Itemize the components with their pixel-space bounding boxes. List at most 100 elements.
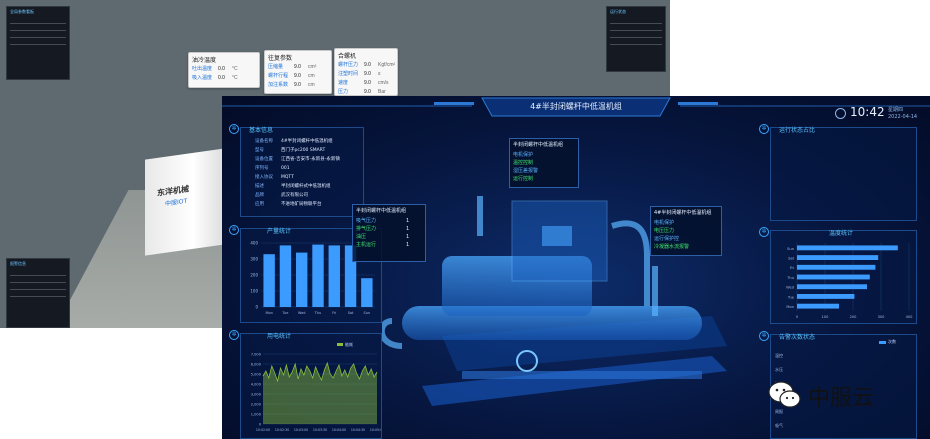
legend-label: 能耗 bbox=[345, 341, 353, 347]
dashboard-title: 4#半封闭螺杆中低温机组 bbox=[530, 102, 622, 111]
status-card-title: 半封闭螺杆中低温机组 bbox=[356, 208, 407, 214]
info-row: 应用 不进地矿局物联平台 bbox=[255, 202, 322, 207]
x-tick-label: 10:04:00 bbox=[332, 428, 346, 432]
y-tick-label: 7,000 bbox=[251, 353, 262, 357]
bar bbox=[263, 254, 275, 307]
bar bbox=[797, 294, 855, 299]
unit-status-card: 4#半封闭螺杆中低温机组 电机保护 电压压力 运行保护控 冷凝器水流报警 bbox=[650, 206, 722, 256]
y-tick-label: 0 bbox=[255, 305, 258, 310]
y-tick-label: Fri bbox=[790, 266, 794, 270]
clock-weekday: 星期四 bbox=[888, 107, 904, 113]
energy-area-chart: 能耗 0 1,000 2,000 3,000 4,000 5,000 6,000 7,000 10… bbox=[251, 341, 381, 432]
x-tick-label: 10:04:30 bbox=[351, 428, 365, 432]
bar bbox=[797, 245, 898, 251]
bar bbox=[312, 244, 324, 307]
card-row: 吸入温度 0.0 °C bbox=[192, 75, 238, 81]
protection-item: 运行控制 bbox=[513, 176, 534, 182]
status-item: 油压 1 bbox=[356, 234, 410, 240]
x-tick-label: Tue bbox=[281, 311, 288, 315]
bar bbox=[361, 278, 373, 307]
bar bbox=[797, 274, 870, 280]
y-tick-label: 100 bbox=[250, 289, 258, 294]
production-icon: ✲ bbox=[229, 225, 239, 235]
unit-status-card-title: 4#半封闭螺杆中低温机组 bbox=[654, 210, 712, 216]
protection-item: 电机保护 bbox=[513, 152, 534, 158]
x-tick-label: 300 bbox=[878, 315, 886, 319]
global-params-title: 全局参数看板 bbox=[10, 9, 34, 14]
run-ratio-panel: ✲ 运行状态占比 bbox=[759, 124, 917, 221]
run-ratio-title: 运行状态占比 bbox=[779, 127, 816, 134]
info-row: 描述 半封闭螺杆式中低温机组 bbox=[255, 184, 331, 189]
screw-machine-card: 合螺机 螺杆压力 9.0 Kgf/cm² 注塑时间 9.0 s 速度 9.0 cm/s 压力… bbox=[334, 48, 398, 96]
info-row: 设备位置 江西省-吉安市-永新县-永新镇 bbox=[255, 157, 340, 162]
info-row: 设备名称 4#半封闭螺杆中低温机组 bbox=[255, 139, 333, 144]
x-tick-label: 0 bbox=[796, 315, 799, 319]
bar bbox=[797, 284, 867, 290]
card-row: 压缩量 9.0 cm³ bbox=[268, 64, 317, 70]
run-status-title: 运行状态 bbox=[610, 9, 626, 14]
y-tick-label: Sat bbox=[788, 257, 794, 261]
protection-card-title: 半封闭螺杆中低温机组 bbox=[513, 142, 564, 148]
run-status-panel: 运行状态 bbox=[606, 6, 666, 72]
protection-card: 半封闭螺杆中低温机组 电机保护 温控控制 湿压差报警 运行控制 bbox=[509, 138, 579, 188]
temperature-bar-chart: 0 100 200 300 400 Sun Sat Fri Thu Wed Tue Mon bbox=[786, 243, 914, 319]
brand-watermark-text: 中服云 bbox=[808, 386, 875, 411]
y-tick-label: 5,000 bbox=[251, 373, 262, 377]
x-tick-label: 10:02:00 bbox=[256, 428, 270, 432]
basic-info-title: 基本信息 bbox=[249, 127, 274, 134]
x-tick-label: Thu bbox=[314, 311, 322, 315]
card-row: 加注系数 9.0 cm bbox=[268, 82, 315, 88]
reciprocating-params-card: 往复参数 压缩量 9.0 cm³ 螺杆行程 9.0 cm 加注系数 9.0 cm bbox=[264, 50, 332, 94]
wechat-logo-icon bbox=[768, 381, 801, 408]
oil-temp-card: 油冷温度 吐出温度 0.0 °C 吸入温度 0.0 °C bbox=[188, 52, 260, 88]
unit-status-item: 电压压力 bbox=[654, 228, 675, 234]
y-tick-label: 3,000 bbox=[251, 393, 262, 397]
alarm-panel: 报警信息 bbox=[6, 258, 70, 328]
x-tick-label: Sat bbox=[348, 311, 354, 315]
energy-panel: ✲ 用电统计 能耗 0 1,000 2,000 3,000 4,000 5,000 6,000… bbox=[229, 330, 382, 439]
card-row: 螺杆行程 9.0 cm bbox=[268, 73, 315, 79]
energy-area bbox=[263, 363, 377, 424]
x-tick-label: Sun bbox=[364, 311, 371, 315]
x-tick-label: 200 bbox=[850, 315, 858, 319]
y-tick-label: Sun bbox=[787, 247, 794, 251]
legend-swatch bbox=[337, 343, 343, 346]
y-tick-label: Tue bbox=[787, 295, 795, 299]
temperature-icon: ✲ bbox=[759, 227, 769, 237]
info-row: 接入协议 MQTT bbox=[255, 175, 294, 180]
alarm-category: 温控 bbox=[775, 353, 783, 358]
energy-icon: ✲ bbox=[229, 330, 239, 340]
temperature-panel: ✲ 温度统计 0 100 200 300 400 Sun Sat Fri Thu Wed Tue Mo… bbox=[759, 227, 917, 324]
basic-info-icon: ✲ bbox=[229, 124, 239, 134]
status-item: 主机运行 1 bbox=[356, 242, 410, 248]
status-card: 半封闭螺杆中低温机组 吸气压力 1 排气压力 1 油压 1 主机运行 1 bbox=[352, 204, 426, 262]
info-row: 序列号 001 bbox=[255, 166, 290, 171]
production-title: 产量统计 bbox=[267, 228, 292, 235]
status-item: 排气压力 1 bbox=[356, 226, 410, 232]
alarm-category: 吸气 bbox=[775, 423, 783, 428]
y-tick-label: 0 bbox=[259, 423, 262, 427]
card-row: 吐出温度 0.0 °C bbox=[192, 66, 238, 72]
alarm-legend-label: 次数 bbox=[888, 339, 896, 344]
unit-status-item: 电机保护 bbox=[654, 220, 675, 226]
bar bbox=[797, 303, 839, 309]
alarm-count-icon: ✲ bbox=[759, 331, 769, 341]
y-tick-label: 6,000 bbox=[251, 363, 262, 367]
x-tick-label: 400 bbox=[906, 315, 914, 319]
y-tick-label: Mon bbox=[786, 305, 794, 309]
alarm-legend-swatch bbox=[879, 341, 886, 344]
alarm-category: 水压 bbox=[775, 367, 783, 372]
basic-info-panel: ✲ 基本信息 设备名称 4#半封闭螺杆中低温机组 型号 西门子pc200 SMART… bbox=[229, 124, 364, 217]
basic-info-list: 设备名称 4#半封闭螺杆中低温机组 型号 西门子pc200 SMART 设备位置 江西… bbox=[255, 137, 340, 209]
screw-card-title: 合螺机 bbox=[338, 54, 357, 60]
bar bbox=[296, 252, 308, 307]
y-tick-label: 200 bbox=[250, 273, 258, 278]
x-tick-label: 10:03:00 bbox=[294, 428, 308, 432]
unit-status-item: 运行保护控 bbox=[654, 236, 680, 242]
clock-icon bbox=[835, 108, 846, 119]
x-tick-label: Wed bbox=[298, 311, 306, 315]
y-tick-label: 1,000 bbox=[251, 413, 262, 417]
info-row: 型号 西门子pc200 SMART bbox=[255, 148, 326, 153]
card-row: 速度 9.0 cm/s bbox=[338, 80, 389, 86]
info-row: 品牌 武汉有限公司 bbox=[255, 193, 308, 198]
